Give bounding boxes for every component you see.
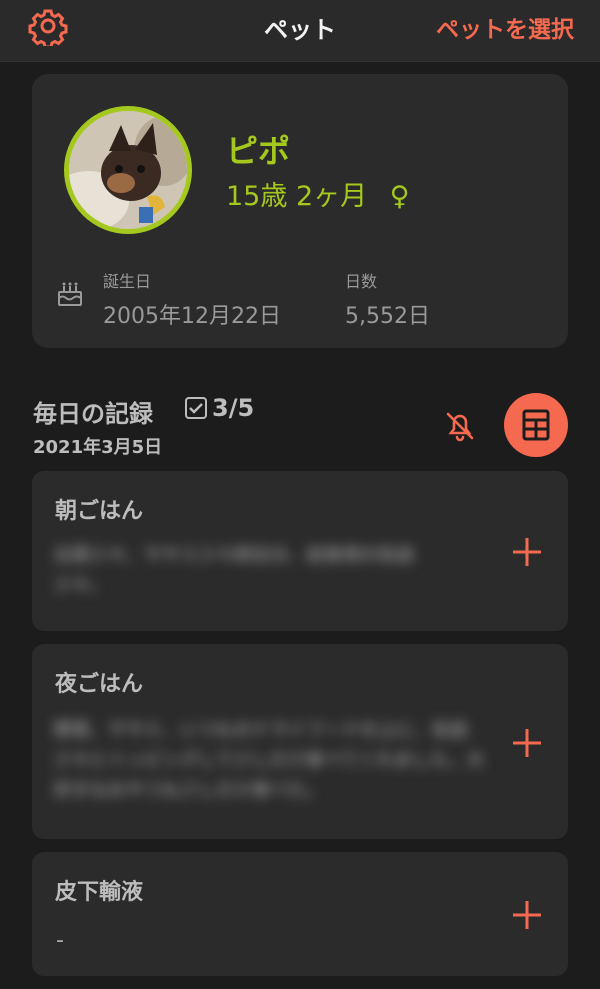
record-card-breakfast[interactable]: 朝ごはん 白菜少々、ササミ少々卵白分、試食用の缶詰少々。 xyxy=(32,471,568,631)
pet-age-value: 15歳 2ヶ月 xyxy=(226,181,368,212)
add-record-button[interactable] xyxy=(510,726,544,760)
records-progress: 3/5 xyxy=(184,394,254,422)
pet-age: 15歳 2ヶ月 ♀ xyxy=(226,174,410,213)
calendar-grid-button[interactable] xyxy=(504,393,568,457)
record-note: 白菜少々、ササミ少々卵白分、試食用の缶詰少々。 xyxy=(54,545,414,596)
record-title: 朝ごはん xyxy=(55,499,144,524)
birthday-label: 誕生日 xyxy=(103,272,152,291)
days-label: 日数 xyxy=(345,272,378,291)
pet-avatar[interactable] xyxy=(64,106,192,234)
female-symbol: ♀ xyxy=(389,181,410,212)
record-note: - xyxy=(56,928,64,953)
add-record-button[interactable] xyxy=(510,898,544,932)
record-title: 夜ごはん xyxy=(55,672,144,697)
add-record-button[interactable] xyxy=(510,535,544,569)
notifications-off-button[interactable] xyxy=(442,408,478,444)
plus-icon xyxy=(513,901,541,929)
grid-icon xyxy=(522,409,550,441)
plus-icon xyxy=(513,538,541,566)
pet-profile-card[interactable]: ピポ 15歳 2ヶ月 ♀ 誕生日 2005年12月22日 日数 5,552日 xyxy=(32,74,568,348)
pet-name: ピポ xyxy=(226,132,291,170)
days-value: 5,552日 xyxy=(345,304,430,329)
birthday-cake-icon xyxy=(56,280,84,308)
records-count: 3/5 xyxy=(212,394,255,422)
daily-records-title: 毎日の記録 xyxy=(33,400,153,428)
record-note: 野菜、ササミ、いつものドライフードの上に、缶詰少々とトッピングして少しだけ食べて… xyxy=(54,720,485,801)
record-title: 皮下輸液 xyxy=(55,880,144,905)
dog-photo-icon xyxy=(69,111,187,229)
bell-off-icon xyxy=(446,412,474,442)
checkbox-icon xyxy=(185,397,207,419)
records-date: 2021年3月5日 xyxy=(33,437,163,458)
record-card-dinner[interactable]: 夜ごはん 野菜、ササミ、いつものドライフードの上に、缶詰少々とトッピングして少し… xyxy=(32,644,568,839)
navigation-bar: ペット ペットを選択 xyxy=(0,0,600,62)
select-pet-button[interactable]: ペットを選択 xyxy=(436,10,574,44)
plus-icon xyxy=(513,729,541,757)
record-card-subcutaneous-fluid[interactable]: 皮下輸液 - xyxy=(32,852,568,976)
birthday-value: 2005年12月22日 xyxy=(103,304,281,329)
